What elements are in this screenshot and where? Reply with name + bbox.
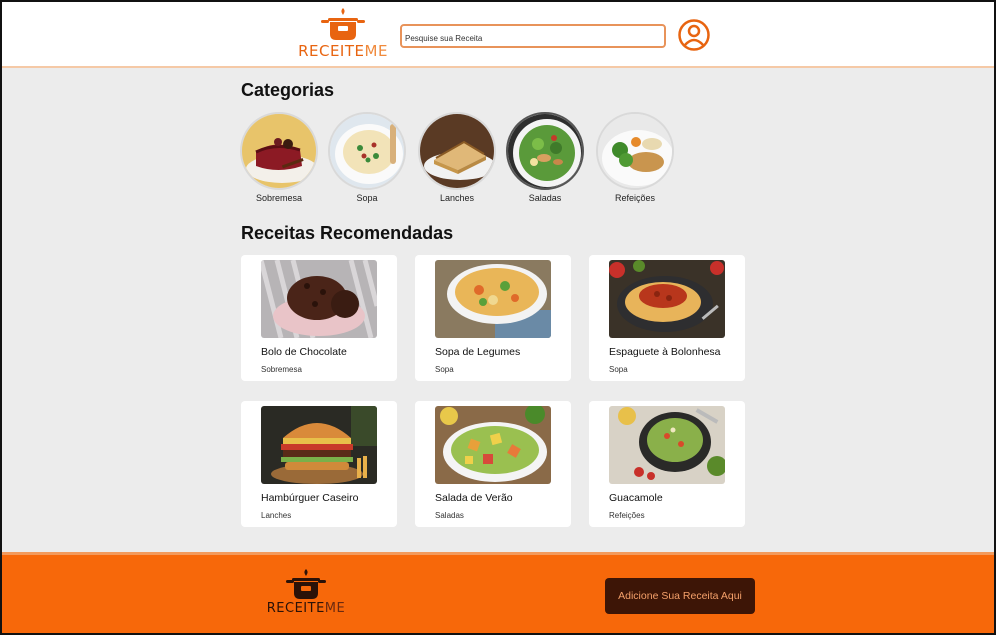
category-sobremesa[interactable]: Sobremesa [239,112,319,203]
recipe-title: Bolo de Chocolate [261,346,347,358]
recipe-category: Sobremesa [261,365,302,374]
footer-logo-text: RECEITEME [266,601,346,616]
recipe-category: Refeições [609,511,645,520]
recipe-image [435,406,551,484]
recipe-card[interactable]: Sopa de Legumes Sopa [415,255,571,381]
recommended-title: Receitas Recomendadas [241,223,454,243]
category-refeicoes[interactable]: Refeições [595,112,675,203]
category-image [596,112,674,190]
category-image [240,112,318,190]
recipe-image [261,260,377,338]
category-sopa[interactable]: Sopa [327,112,407,203]
cooking-pot-icon [321,8,365,40]
category-label: Refeições [614,193,656,203]
recipe-title: Sopa de Legumes [435,346,521,358]
recipe-category: Sopa [435,365,454,374]
logo[interactable]: RECEITEME [298,6,388,62]
footer-logo[interactable]: RECEITEME [266,567,346,621]
header: RECEITEME [2,2,994,68]
recipe-card[interactable]: Hambúrguer Caseiro Lanches [241,401,397,527]
recipe-title: Guacamole [609,492,663,504]
app-frame: RECEITEME Categorias [0,0,996,635]
recipe-image [435,260,551,338]
add-recipe-button[interactable]: Adicione Sua Receita Aqui [605,578,755,614]
recipe-category: Lanches [261,511,292,520]
category-label: Sopa [356,193,378,203]
recipe-image [261,406,377,484]
logo-text: RECEITEME [298,42,388,60]
recipe-category: Sopa [609,365,628,374]
user-profile-button[interactable] [677,18,711,52]
recipe-title: Hambúrguer Caseiro [261,492,359,504]
recipe-title: Espaguete à Bolonhesa [609,346,721,358]
search-input[interactable] [402,28,664,49]
category-label: Saladas [528,193,562,203]
category-label: Lanches [439,193,475,203]
category-image [506,112,584,190]
user-icon [678,19,710,51]
category-label: Sobremesa [255,193,303,203]
recipe-image [609,406,725,484]
category-lanches[interactable]: Lanches [417,112,497,203]
footer: RECEITEME Adicione Sua Receita Aqui [2,552,994,633]
category-image [418,112,496,190]
recipe-card[interactable]: Bolo de Chocolate Sobremesa [241,255,397,381]
recipe-category: Saladas [435,511,464,520]
category-image [328,112,406,190]
recipe-card[interactable]: Espaguete à Bolonhesa Sopa [589,255,745,381]
category-saladas[interactable]: Saladas [505,112,585,203]
recipe-title: Salada de Verão [435,492,513,504]
recipe-card[interactable]: Salada de Verão Saladas [415,401,571,527]
cooking-pot-icon [286,569,326,599]
categories-title: Categorias [241,80,335,100]
recipe-card[interactable]: Guacamole Refeições [589,401,745,527]
search-field[interactable] [400,24,666,49]
recipe-image [609,260,725,338]
